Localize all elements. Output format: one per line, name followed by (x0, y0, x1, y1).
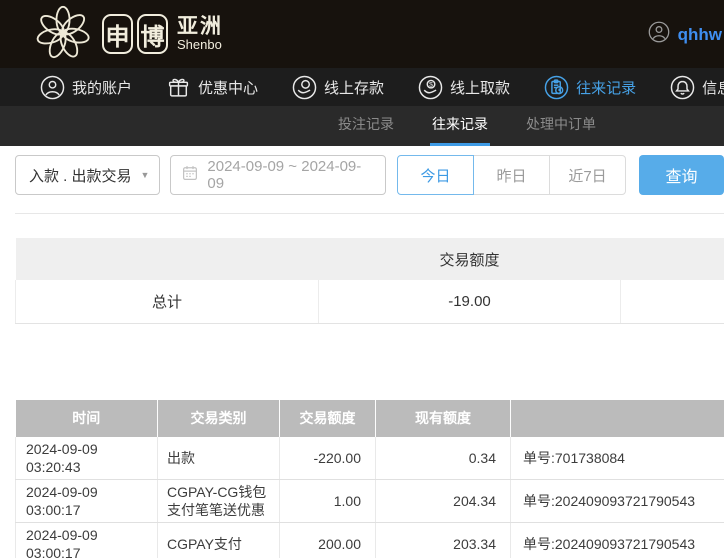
cell-balance: 203.34 (375, 522, 511, 558)
cell-amount: 200.00 (279, 522, 376, 558)
tab-betting-records[interactable]: 投注记录 (336, 106, 396, 146)
cell-type: CGPAY支付 (157, 522, 280, 558)
col-header-summary: 摘要 (510, 399, 724, 437)
deposit-coin-icon (292, 75, 317, 100)
cell-type: CGPAY-CG钱包支付笔笔送优惠 (157, 479, 280, 523)
summary-table: 交易额度 总计 -19.00 (15, 238, 724, 324)
bell-icon (670, 75, 695, 100)
records-header-row: 时间 交易类别 交易额度 现有额度 摘要 (15, 399, 724, 437)
summary-header-empty (620, 238, 724, 280)
cell-summary: 单号:701738084 (510, 436, 724, 480)
summary-empty-cell (620, 280, 724, 324)
summary-header-row: 交易额度 (15, 238, 724, 280)
summary-total-label: 总计 (15, 280, 319, 324)
calendar-icon (181, 164, 199, 186)
nav-label: 线上存款 (324, 79, 385, 97)
table-row: 2024-09-09 03:20:43 出款 -220.00 0.34 单号:7… (15, 436, 724, 480)
cell-amount: 1.00 (279, 479, 376, 523)
quick-date-button-group: 今日 昨日 近7日 (397, 155, 626, 195)
logo-char-shen: 申 (102, 14, 133, 54)
table-row: 2024-09-09 03:00:17 CGPAY-CG钱包支付笔笔送优惠 1.… (15, 479, 724, 523)
username-label[interactable]: qhhw (678, 25, 722, 45)
today-button[interactable]: 今日 (397, 155, 474, 195)
logo-region-block: 亚洲 Shenbo (177, 16, 223, 52)
avatar-icon (648, 21, 670, 48)
summary-header-amount: 交易额度 (318, 238, 621, 280)
selected-type-label: 入款 . 出款交易 (29, 167, 132, 185)
top-header: 申 博 亚洲 Shenbo qhhw (0, 0, 724, 68)
account-menu[interactable]: qhhw (648, 21, 722, 48)
last-7-days-button[interactable]: 近7日 (549, 155, 626, 195)
nav-item-promotions[interactable]: 优惠中心 (166, 75, 258, 100)
col-header-time: 时间 (15, 399, 158, 437)
date-range-input[interactable]: 2024-09-09 ~ 2024-09-09 (170, 155, 386, 195)
cell-summary: 单号:202409093721790543 (510, 522, 724, 558)
col-header-balance: 现有额度 (375, 399, 511, 437)
withdraw-coin-icon: $ (418, 75, 443, 100)
filter-bar: 入款 . 出款交易 ▼ 2024-09-09 ~ 2024-09-09 今日 昨… (15, 155, 724, 195)
yesterday-button[interactable]: 昨日 (473, 155, 550, 195)
tab-processing-orders[interactable]: 处理中订单 (524, 106, 598, 146)
tab-transaction-records[interactable]: 往来记录 (430, 106, 490, 146)
cell-time: 2024-09-09 03:00:17 (15, 522, 158, 558)
cell-time: 2024-09-09 03:20:43 (15, 436, 158, 480)
logo-char-bo: 博 (137, 14, 168, 54)
records-table: 时间 交易类别 交易额度 现有额度 摘要 2024-09-09 03:20:43… (15, 399, 724, 558)
query-button[interactable]: 查询 (639, 155, 724, 195)
col-header-type: 交易类别 (157, 399, 280, 437)
nav-label: 往来记录 (576, 79, 637, 97)
divider (15, 213, 724, 214)
summary-total-value: -19.00 (318, 280, 621, 324)
nav-label: 优惠中心 (198, 79, 259, 97)
gift-icon (166, 75, 191, 100)
chevron-down-icon: ▼ (140, 170, 150, 180)
nav-label: 我的账户 (72, 79, 133, 97)
col-header-amount: 交易额度 (279, 399, 376, 437)
cell-balance: 204.34 (375, 479, 511, 523)
logo-subtitle: Shenbo (177, 37, 222, 53)
nav-item-my-account[interactable]: 我的账户 (40, 75, 132, 100)
flower-logo-icon (34, 4, 92, 65)
date-range-value: 2024-09-09 ~ 2024-09-09 (207, 158, 362, 192)
nav-label: 信息 (702, 79, 724, 97)
main-nav: 我的账户 优惠中心 线上存款 $ 线上取款 往来记录 信 (0, 68, 724, 106)
nav-item-transaction-records[interactable]: 往来记录 (544, 75, 636, 100)
table-row: 2024-09-09 03:00:17 CGPAY支付 200.00 203.3… (15, 522, 724, 558)
nav-item-deposit[interactable]: 线上存款 (292, 75, 384, 100)
cell-type: 出款 (157, 436, 280, 480)
records-clipboard-icon (544, 75, 569, 100)
nav-item-messages[interactable]: 信息 (670, 75, 724, 100)
summary-total-row: 总计 -19.00 (15, 280, 724, 324)
cell-balance: 0.34 (375, 436, 511, 480)
nav-item-withdraw[interactable]: $ 线上取款 (418, 75, 510, 100)
site-logo[interactable]: 申 博 亚洲 Shenbo (34, 4, 223, 65)
transaction-type-select[interactable]: 入款 . 出款交易 ▼ (15, 155, 161, 195)
summary-header-empty (15, 238, 319, 280)
cell-amount: -220.00 (279, 436, 376, 480)
logo-region-text: 亚洲 (177, 15, 223, 39)
nav-label: 线上取款 (450, 79, 511, 97)
svg-text:$: $ (429, 81, 433, 88)
cell-time: 2024-09-09 03:00:17 (15, 479, 158, 523)
user-icon (40, 75, 65, 100)
cell-summary: 单号:202409093721790543 (510, 479, 724, 523)
records-subnav: 投注记录 往来记录 处理中订单 (0, 106, 724, 146)
